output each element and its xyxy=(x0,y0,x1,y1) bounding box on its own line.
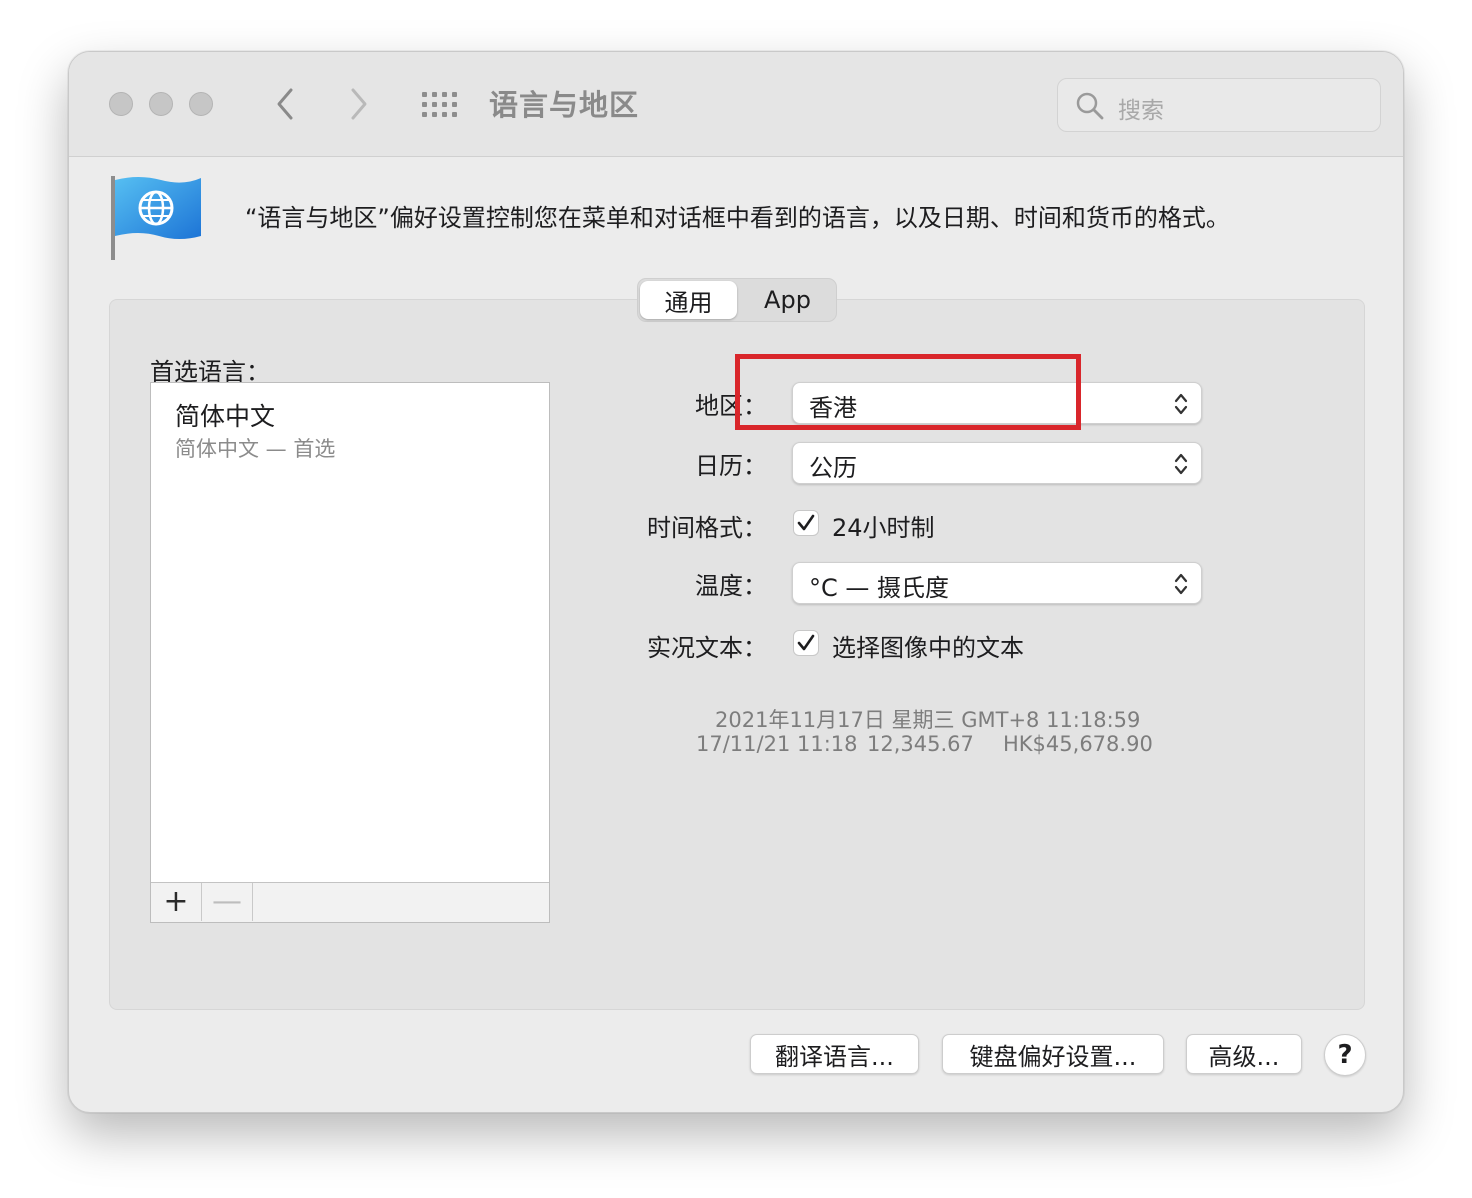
chevron-right-icon xyxy=(351,88,367,120)
chevron-updown-icon xyxy=(1174,573,1188,595)
time-format-option[interactable]: 24小时制 xyxy=(832,508,935,543)
calendar-label: 日历： xyxy=(695,452,767,480)
region-highlight-box xyxy=(735,354,1081,430)
list-item-name[interactable]: 简体中文 xyxy=(175,397,275,433)
tab-control: 通用 App xyxy=(637,278,837,322)
sample-currency: HK$45,678.90 xyxy=(1003,732,1153,756)
advanced-button[interactable]: 高级... xyxy=(1186,1034,1302,1074)
window-title: 语言与地区 xyxy=(489,88,640,122)
help-button[interactable]: ? xyxy=(1324,1034,1366,1076)
minimize-button[interactable] xyxy=(149,92,173,116)
chevron-updown-icon xyxy=(1174,393,1188,415)
temperature-popup[interactable]: °C — 摄氏度 xyxy=(792,562,1202,604)
search-placeholder: 搜索 xyxy=(1118,98,1164,124)
preferences-window: 语言与地区 搜索 “语言与地区”偏好设置控制您在菜单和对话框中看到的语言，以及日… xyxy=(68,51,1404,1113)
globe-flag-icon xyxy=(111,176,201,260)
language-list[interactable]: 简体中文 简体中文 — 首选 + — xyxy=(150,382,550,923)
live-text-label: 实况文本： xyxy=(647,634,767,662)
zoom-button[interactable] xyxy=(189,92,213,116)
live-text-option[interactable]: 选择图像中的文本 xyxy=(832,628,1024,663)
show-all-grid-icon[interactable] xyxy=(419,88,459,120)
time-format-checkbox[interactable] xyxy=(793,510,819,536)
time-format-label: 时间格式： xyxy=(647,514,767,542)
chevron-left-icon xyxy=(277,88,293,120)
sample-full-date: 2021年11月17日 星期三 GMT+8 11:18:59 xyxy=(715,708,1141,732)
forward-button[interactable] xyxy=(337,80,381,128)
translate-languages-button[interactable]: 翻译语言... xyxy=(750,1034,919,1074)
list-item-subtitle: 简体中文 — 首选 xyxy=(175,437,336,461)
temperature-label: 温度： xyxy=(695,572,767,600)
calendar-value: 公历 xyxy=(809,454,857,482)
add-language-button[interactable]: + xyxy=(151,883,202,921)
tab-app[interactable]: App xyxy=(739,279,836,321)
checkmark-icon xyxy=(797,514,815,531)
search-field[interactable]: 搜索 xyxy=(1057,78,1381,132)
back-button[interactable] xyxy=(263,80,307,128)
live-text-checkbox[interactable] xyxy=(793,630,819,656)
search-icon xyxy=(1076,92,1104,120)
remove-language-button[interactable]: — xyxy=(202,883,253,921)
pane-description: “语言与地区”偏好设置控制您在菜单和对话框中看到的语言，以及日期、时间和货币的格… xyxy=(245,204,1230,232)
tab-general[interactable]: 通用 xyxy=(640,281,737,319)
list-toolbar: + — xyxy=(151,882,549,922)
sample-number: 12,345.67 xyxy=(867,732,974,756)
sample-short-date: 17/11/21 11:18 xyxy=(696,732,858,756)
title-bar: 语言与地区 搜索 xyxy=(69,52,1403,157)
checkmark-icon xyxy=(797,634,815,651)
keyboard-preferences-button[interactable]: 键盘偏好设置... xyxy=(942,1034,1164,1074)
close-button[interactable] xyxy=(109,92,133,116)
calendar-popup[interactable]: 公历 xyxy=(792,442,1202,484)
temperature-value: °C — 摄氏度 xyxy=(809,574,950,602)
chevron-updown-icon xyxy=(1174,453,1188,475)
